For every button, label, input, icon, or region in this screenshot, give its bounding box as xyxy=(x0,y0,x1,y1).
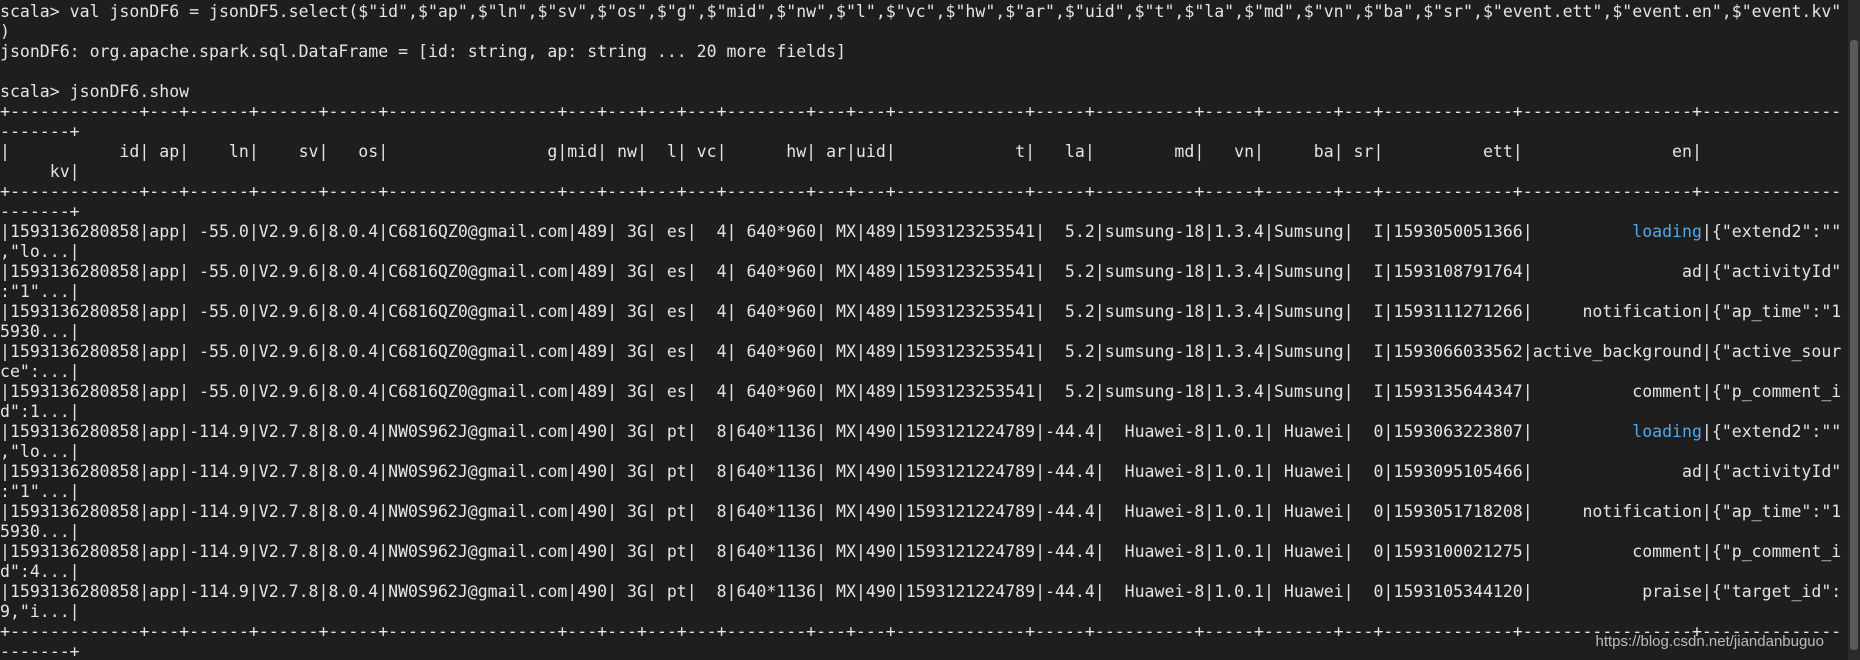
terminal-line: scala> val jsonDF6 = jsonDF5.select($"id… xyxy=(0,2,1842,21)
terminal-line: | id| ap| ln| sv| os| g|mid| nw| l| vc| … xyxy=(0,142,1702,161)
terminal-line: +-------------+---+------+------+-----+-… xyxy=(0,182,1842,201)
terminal-line: -------+ xyxy=(0,122,80,141)
terminal-line: |1593136280858|app| -55.0|V2.9.6|8.0.4|C… xyxy=(0,382,1842,401)
terminal-line: |1593136280858|app|-114.9|V2.7.8|8.0.4|N… xyxy=(0,502,1842,521)
line-text: |{"extend2":"" xyxy=(1701,222,1842,241)
terminal-line: ce":...| xyxy=(0,362,80,381)
terminal-line: |1593136280858|app| -55.0|V2.9.6|8.0.4|C… xyxy=(0,222,1848,242)
terminal-line: |1593136280858|app| -55.0|V2.9.6|8.0.4|C… xyxy=(0,302,1842,321)
terminal-line: scala> jsonDF6.show xyxy=(0,82,190,101)
terminal-line: :"1"...| xyxy=(0,482,80,501)
terminal-line: |1593136280858|app| -55.0|V2.9.6|8.0.4|C… xyxy=(0,262,1842,281)
terminal-line: d":1...| xyxy=(0,402,80,421)
terminal-line: ) xyxy=(0,22,10,41)
terminal-line: |1593136280858|app| -55.0|V2.9.6|8.0.4|C… xyxy=(0,342,1842,361)
terminal-line: :"1"...| xyxy=(0,282,80,301)
terminal-line: |1593136280858|app|-114.9|V2.7.8|8.0.4|N… xyxy=(0,582,1842,601)
terminal-line: d":4...| xyxy=(0,562,80,581)
highlighted-word: loading xyxy=(1632,422,1702,441)
line-text: |1593136280858|app|-114.9|V2.7.8|8.0.4|N… xyxy=(0,422,1633,441)
terminal-line: -------+ xyxy=(0,202,80,221)
line-text: |{"extend2":"" xyxy=(1701,422,1842,441)
terminal-line: |1593136280858|app|-114.9|V2.7.8|8.0.4|N… xyxy=(0,422,1848,442)
terminal-line: -------+ xyxy=(0,642,80,660)
line-text: |1593136280858|app| -55.0|V2.9.6|8.0.4|C… xyxy=(0,222,1633,241)
terminal-line: ,"lo...| xyxy=(0,242,80,261)
terminal-line: jsonDF6: org.apache.spark.sql.DataFrame … xyxy=(0,42,846,61)
terminal-line: 5930...| xyxy=(0,322,80,341)
terminal-line: |1593136280858|app|-114.9|V2.7.8|8.0.4|N… xyxy=(0,542,1842,561)
terminal-line: +-------------+---+------+------+-----+-… xyxy=(0,622,1842,641)
terminal-output[interactable]: scala> val jsonDF6 = jsonDF5.select($"id… xyxy=(0,2,1848,660)
terminal-line: +-------------+---+------+------+-----+-… xyxy=(0,102,1842,121)
terminal-line: |1593136280858|app|-114.9|V2.7.8|8.0.4|N… xyxy=(0,462,1842,481)
terminal-line: 9,"i...| xyxy=(0,602,80,621)
terminal-line: ,"lo...| xyxy=(0,442,80,461)
terminal-window[interactable]: scala> val jsonDF6 = jsonDF5.select($"id… xyxy=(0,0,1860,660)
scrollbar-thumb[interactable] xyxy=(1850,40,1858,650)
highlighted-word: loading xyxy=(1632,222,1702,241)
watermark-text: https://blog.csdn.net/jiandanbuguo xyxy=(1595,633,1824,650)
terminal-line: kv| xyxy=(0,162,80,181)
terminal-line: 5930...| xyxy=(0,522,80,541)
vertical-scrollbar[interactable] xyxy=(1848,0,1860,660)
